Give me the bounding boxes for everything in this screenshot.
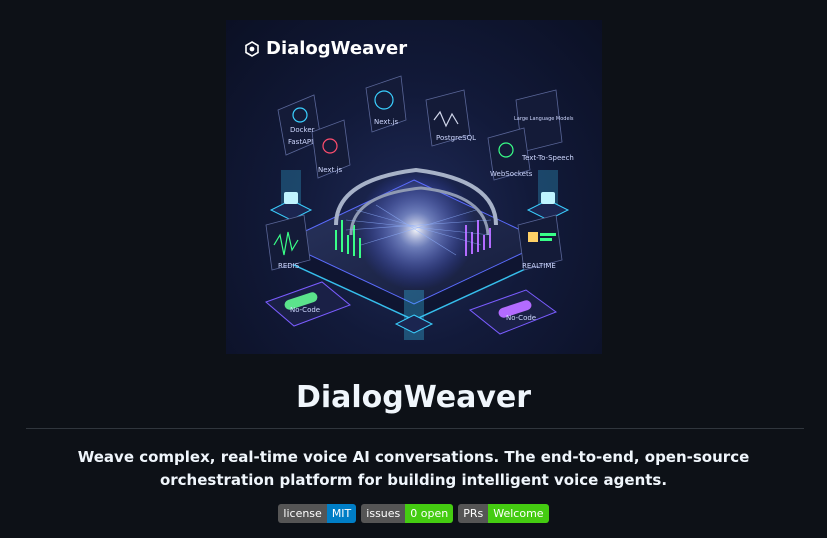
badge-row: license MIT issues 0 open PRs Welcome <box>0 504 827 523</box>
label-postgres: PostgreSQL <box>436 134 476 142</box>
prs-badge-label: PRs <box>458 504 489 523</box>
label-redis: REDIS <box>278 262 300 270</box>
hero-illustration: Docker FastAPI Next.js Next.js PostgreSQ… <box>265 75 574 340</box>
label-llm: Large Language Models <box>514 116 574 122</box>
label-websockets: WebSockets <box>490 170 533 178</box>
label-realtime: REALTIME <box>522 262 556 270</box>
hero-brand-name: DialogWeaver <box>266 38 408 59</box>
label-nocode-b: No-Code <box>506 314 536 322</box>
issues-badge-value: 0 open <box>405 504 454 523</box>
label-docker: Docker <box>290 126 315 134</box>
issues-badge[interactable]: issues 0 open <box>361 504 454 523</box>
prs-badge-value: Welcome <box>488 504 549 523</box>
license-badge-value: MIT <box>326 504 357 523</box>
license-badge-label: license <box>278 504 327 523</box>
label-tts: Text-To-Speech <box>521 154 574 162</box>
left-cube <box>269 170 313 221</box>
label-nextjs-b: Next.js <box>374 118 398 126</box>
title-divider <box>26 428 804 429</box>
license-badge[interactable]: license MIT <box>278 504 357 523</box>
label-nextjs-a: Next.js <box>318 166 342 174</box>
readme-page: Docker FastAPI Next.js Next.js PostgreSQ… <box>0 0 827 538</box>
hero-brand: DialogWeaver <box>244 38 407 59</box>
issues-badge-label: issues <box>361 504 406 523</box>
page-title: DialogWeaver <box>295 380 532 415</box>
prs-badge[interactable]: PRs Welcome <box>458 504 549 523</box>
label-fastapi: FastAPI <box>288 138 313 146</box>
tagline: Weave complex, real-time voice AI conver… <box>77 448 750 489</box>
right-cube <box>526 170 570 221</box>
hero-image: Docker FastAPI Next.js Next.js PostgreSQ… <box>226 20 602 354</box>
brand-logo-icon <box>245 40 259 57</box>
label-nocode-a: No-Code <box>290 306 320 314</box>
